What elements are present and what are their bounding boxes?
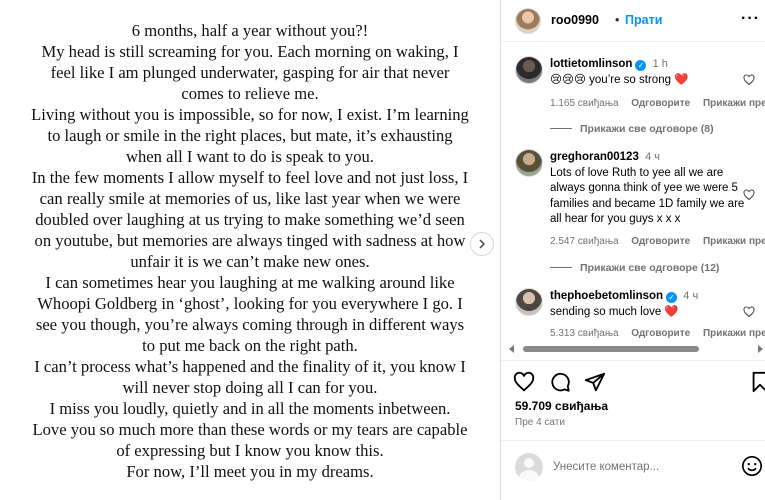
post-line: of expressing but I know you know this.	[116, 441, 384, 460]
author-username[interactable]: roo0990	[551, 13, 599, 27]
chevron-right-icon	[479, 239, 486, 249]
post-line: I can’t process what’s happened and the …	[34, 357, 466, 376]
view-replies-button[interactable]: Прикажи све одговоре (8)	[550, 123, 714, 135]
comment-username[interactable]: greghoran00123	[550, 151, 639, 163]
post-caption-text: 6 months, half a year without you?! My h…	[0, 20, 500, 482]
header-separator: •	[615, 13, 620, 27]
post-line: comes to relieve me.	[181, 84, 319, 103]
reply-button[interactable]: Одговорите	[631, 98, 690, 109]
avatar[interactable]	[515, 149, 543, 177]
avatar-body	[519, 470, 539, 481]
author-avatar[interactable]	[515, 8, 541, 34]
comment-meta: 2.547 свиђања Одговорите Прикажи преводе	[550, 236, 765, 247]
post-timestamp[interactable]: Пре 4 сати	[515, 417, 565, 428]
comment-likes[interactable]: 2.547 свиђања	[550, 236, 619, 247]
comment-meta: 5.313 свиђања Одговорите Прикажи преводе	[550, 328, 765, 339]
reply-button[interactable]: Одговорите	[631, 328, 690, 339]
reply-button[interactable]: Одговорите	[631, 236, 690, 247]
comment-meta: 1.165 свиђања Одговорите Прикажи преводе	[550, 98, 765, 109]
post-line: feel like I am plunged underwater, gaspi…	[50, 63, 450, 82]
post-line: For now, I’ll meet you in my dreams.	[126, 462, 374, 481]
comment-text: Lots of love Ruth to yee all we are alwa…	[550, 166, 745, 226]
post-line: will never stop doing all I can for you.	[122, 378, 378, 397]
post-line: In the few moments I allow myself to fee…	[31, 168, 469, 187]
post-line: see you though, you’re always coming thr…	[35, 315, 465, 334]
comments-list: lottietomlinson ✓ 1 h 😢😢😢 you’re so stron…	[501, 46, 765, 346]
scroll-left-arrow-icon[interactable]	[509, 345, 514, 353]
post-line: 6 months, half a year without you?!	[131, 21, 369, 40]
post-line: to put me back on the right path.	[142, 336, 358, 355]
verified-badge-icon: ✓	[635, 60, 647, 71]
post-line: when all I want to do is speak to you.	[126, 147, 374, 166]
post-line: I can sometimes hear you laughing at me …	[45, 273, 455, 292]
horizontal-scrollbar[interactable]	[509, 343, 763, 355]
avatar[interactable]	[515, 56, 543, 84]
avatar-head	[524, 458, 534, 468]
comment-body: greghoran00123 4 ч Lots of love Ruth to …	[550, 150, 750, 228]
comment-bubble-icon[interactable]	[549, 371, 571, 393]
like-heart-icon[interactable]	[513, 371, 535, 393]
current-user-avatar	[515, 453, 543, 481]
like-comment-heart-icon[interactable]	[743, 189, 755, 201]
post-line: doubled over laughing at us trying to ma…	[35, 210, 465, 229]
post-line: Living without you is impossible, so for…	[31, 105, 469, 124]
post-line: to laugh or smile in the right places, b…	[47, 126, 453, 145]
add-comment-bar	[501, 440, 765, 500]
comment-username[interactable]: thephoebetomlinson	[550, 290, 663, 302]
post-line: I miss you loudly, quietly and in all th…	[49, 399, 451, 418]
more-options-button[interactable]: ···	[741, 10, 760, 28]
post-actions: 59.709 свиђања Пре 4 сати	[501, 360, 765, 440]
emoji-picker-icon[interactable]	[741, 455, 763, 477]
post-line: Love you so much more than these words o…	[32, 420, 468, 439]
translate-button[interactable]: Прикажи преводе	[703, 98, 765, 109]
comment-body: lottietomlinson ✓ 1 h 😢😢😢 you’re so stron…	[550, 57, 750, 88]
post-line: Whoopi Goldberg in ‘ghost’, looking for …	[37, 294, 463, 313]
comment-username[interactable]: lottietomlinson	[550, 58, 632, 70]
comment-body: thephoebetomlinson ✓ 4 ч sending so much …	[550, 289, 750, 320]
comment-time[interactable]: 4 ч	[645, 151, 660, 163]
translate-button[interactable]: Прикажи преводе	[703, 236, 765, 247]
view-replies-label: Прикажи све одговоре (8)	[580, 123, 714, 135]
view-replies-label: Прикажи све одговоре (12)	[580, 262, 720, 274]
comment-text: sending so much love ❤️	[550, 305, 679, 318]
avatar[interactable]	[515, 288, 543, 316]
like-comment-heart-icon[interactable]	[743, 306, 755, 318]
post-likes-count[interactable]: 59.709 свиђања	[515, 399, 608, 413]
like-comment-heart-icon[interactable]	[743, 74, 755, 86]
save-bookmark-icon[interactable]	[749, 371, 765, 393]
comment-likes[interactable]: 1.165 свиђања	[550, 98, 619, 109]
follow-button[interactable]: Прати	[625, 13, 662, 27]
post-header: roo0990 • Прати ···	[501, 0, 765, 42]
comment-time[interactable]: 4 ч	[683, 290, 698, 302]
share-send-icon[interactable]	[584, 371, 606, 393]
post-side-panel: roo0990 • Прати ··· lottietomlinson ✓ 1 h…	[500, 0, 765, 500]
post-line: unfair it is we can’t make new ones.	[130, 252, 370, 271]
post-line: on youtube, but memories are always ting…	[34, 231, 466, 250]
replies-divider	[550, 128, 572, 129]
replies-divider	[550, 267, 572, 268]
carousel-next-button[interactable]	[470, 232, 494, 256]
post-line: can really smile at memories of us, like…	[39, 189, 461, 208]
translate-button[interactable]: Прикажи преводе	[703, 328, 765, 339]
scrollbar-thumb[interactable]	[523, 346, 699, 352]
comment-text: 😢😢😢 you’re so strong ❤️	[550, 73, 689, 86]
comment-likes[interactable]: 5.313 свиђања	[550, 328, 619, 339]
comment-time[interactable]: 1 h	[653, 58, 668, 70]
post-line: My head is still screaming for you. Each…	[41, 42, 459, 61]
post-image: 6 months, half a year without you?! My h…	[0, 0, 500, 500]
scroll-right-arrow-icon[interactable]	[758, 345, 763, 353]
comment-input[interactable]	[553, 458, 723, 476]
view-replies-button[interactable]: Прикажи све одговоре (12)	[550, 262, 719, 274]
verified-badge-icon: ✓	[666, 292, 678, 303]
